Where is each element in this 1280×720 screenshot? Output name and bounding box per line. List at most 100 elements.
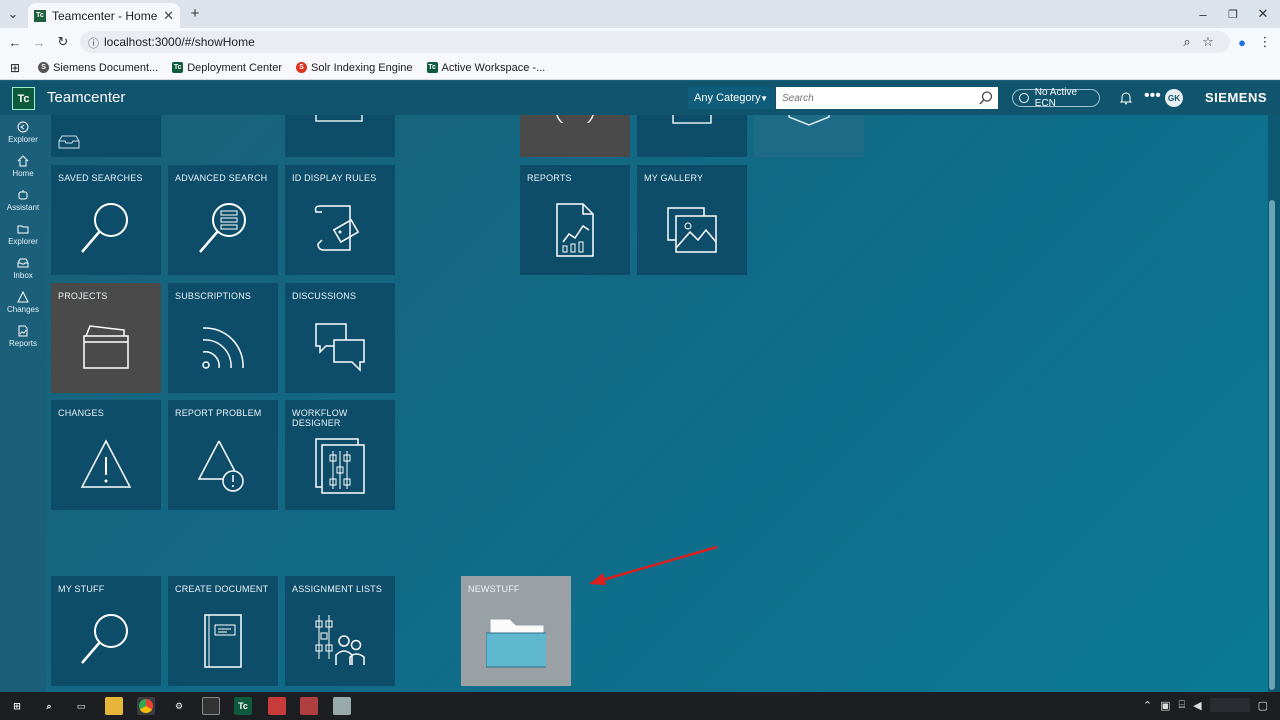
teamcenter-logo[interactable]: Tc [12, 87, 35, 110]
forward-icon[interactable]: → [32, 35, 46, 50]
os-taskbar: ⊞ ⌕ ▭ ⚙ Tc ⌃ ▣ ⌸ ◀ ▢ [0, 692, 1280, 720]
app-taskbar-icon-2[interactable] [300, 697, 318, 715]
tray-chevron-icon[interactable]: ⌃ [1143, 699, 1152, 712]
url-text: localhost:3000/#/showHome [104, 35, 255, 49]
tile-projects[interactable]: PROJECTS [51, 283, 161, 393]
tile-advanced-search[interactable]: ADVANCED SEARCH [168, 165, 278, 275]
nav-item-explorer-folder[interactable]: Explorer [0, 223, 46, 255]
tile-assignment-lists[interactable]: ASSIGNMENT LISTS [285, 576, 395, 686]
notification-icon[interactable]: ▢ [1258, 699, 1268, 712]
nav-item-assistant[interactable]: Assistant [0, 189, 46, 221]
app-title: Teamcenter [47, 89, 126, 106]
avatar[interactable]: GK [1165, 89, 1183, 107]
tile-partial-3[interactable] [520, 115, 630, 157]
nav-item-reports[interactable]: Reports [0, 325, 46, 357]
nav-item-changes[interactable]: Changes [0, 291, 46, 323]
reports-icon [18, 325, 28, 337]
address-bar: ← → ↻ ⓘ localhost:3000/#/showHome ⌕ ☆ ● … [0, 28, 1280, 56]
tile-create-document[interactable]: CREATE DOCUMENT [168, 576, 278, 686]
terminal-icon[interactable] [202, 697, 220, 715]
search-icon[interactable] [978, 90, 994, 106]
tray-app-icon[interactable]: ▣ [1160, 699, 1170, 712]
category-dropdown[interactable]: Any Category ▼ [688, 87, 774, 109]
report-problem-icon [197, 440, 244, 492]
restore-icon[interactable]: ❐ [1226, 7, 1240, 21]
search-input[interactable] [776, 87, 998, 109]
tile-partial-icon [556, 115, 594, 123]
url-field[interactable]: ⓘ localhost:3000/#/showHome [80, 31, 1230, 53]
assignment-people-icon [315, 615, 365, 665]
minimize-icon[interactable]: – [1196, 7, 1210, 22]
task-view-icon[interactable]: ▭ [72, 697, 90, 715]
apps-grid-icon[interactable]: ⊞ [10, 61, 20, 75]
tile-partial-1[interactable] [51, 115, 161, 157]
tile-partial-4[interactable] [637, 115, 747, 157]
tile-partial-5[interactable] [754, 115, 864, 157]
taskbar-search-icon[interactable]: ⌕ [40, 697, 58, 715]
tile-workflow-designer[interactable]: WORKFLOW DESIGNER [285, 400, 395, 510]
tile-label: ASSIGNMENT LISTS [292, 584, 383, 594]
bookmark-solr[interactable]: S Solr Indexing Engine [296, 62, 413, 74]
new-tab-icon[interactable]: + [188, 5, 202, 22]
folder-icon [17, 225, 29, 234]
tile-changes[interactable]: CHANGES [51, 400, 161, 510]
file-explorer-icon[interactable] [105, 697, 123, 715]
bookmark-active-workspace[interactable]: Tc Active Workspace -... [426, 62, 545, 74]
app-taskbar-icon[interactable] [268, 697, 286, 715]
bookmark-deployment-center[interactable]: Tc Deployment Center [172, 62, 282, 74]
profile-icon[interactable]: ● [1234, 34, 1250, 50]
bell-icon[interactable] [1118, 90, 1134, 106]
browser-menu-icon[interactable]: ⋮ [1258, 34, 1272, 49]
tile-id-display-rules[interactable]: ID DISPLAY RULES [285, 165, 395, 275]
tile-discussions[interactable]: DISCUSSIONS [285, 283, 395, 393]
tile-partial-icon [788, 115, 830, 126]
bookmark-siemens-docs[interactable]: S Siemens Document... [38, 62, 158, 74]
tab-favicon: Tc [34, 9, 46, 22]
tile-label: SUBSCRIPTIONS [175, 291, 252, 301]
tab-search-icon[interactable]: ⌄ [6, 6, 20, 21]
nav-item-inbox[interactable]: Inbox [0, 257, 46, 289]
chevron-down-icon: ▼ [760, 93, 768, 103]
app-taskbar-icon-3[interactable] [333, 697, 351, 715]
bookmark-star-icon[interactable]: ☆ [1201, 34, 1215, 49]
report-document-icon [556, 203, 594, 257]
tile-label: SAVED SEARCHES [58, 173, 143, 183]
teamcenter-taskbar-icon[interactable]: Tc [234, 697, 252, 715]
rss-feed-icon [202, 327, 244, 369]
chat-bubbles-icon [315, 323, 365, 372]
tile-partial-icon [672, 115, 712, 124]
tile-my-gallery[interactable]: MY GALLERY [637, 165, 747, 275]
inbox-tray-icon [58, 135, 80, 149]
tile-partial-2[interactable] [285, 115, 395, 157]
windows-start-icon[interactable]: ⊞ [8, 697, 26, 715]
nav-item-explorer[interactable]: Explorer [0, 121, 46, 153]
volume-icon[interactable]: ◀ [1193, 699, 1201, 712]
nav-item-home[interactable]: Home [0, 155, 46, 187]
tile-subscriptions[interactable]: SUBSCRIPTIONS [168, 283, 278, 393]
zoom-icon[interactable]: ⌕ [1180, 34, 1194, 49]
clock-area[interactable] [1209, 698, 1250, 712]
siemens-brand-logo: SIEMENS [1205, 90, 1268, 105]
scrollbar-thumb[interactable] [1269, 200, 1275, 690]
browser-tab[interactable]: Tc Teamcenter - Home ✕ [28, 3, 180, 28]
tile-label: CHANGES [58, 408, 104, 418]
chrome-icon[interactable] [137, 697, 155, 715]
back-icon[interactable]: ← [8, 35, 22, 50]
tile-report-problem[interactable]: REPORT PROBLEM [168, 400, 278, 510]
tile-reports[interactable]: REPORTS [520, 165, 630, 275]
folder-icon [486, 618, 546, 668]
tile-newstuff[interactable]: NEWSTUFF [461, 576, 571, 686]
tile-saved-searches[interactable]: SAVED SEARCHES [51, 165, 161, 275]
site-info-icon[interactable]: ⓘ [88, 35, 99, 51]
tile-my-stuff[interactable]: MY STUFF [51, 576, 161, 686]
advanced-search-icon [199, 203, 246, 253]
ecn-label: No Active ECN [1034, 87, 1078, 109]
network-icon[interactable]: ⌸ [1179, 699, 1186, 712]
reload-icon[interactable]: ↻ [56, 34, 70, 49]
settings-gear-icon[interactable]: ⚙ [170, 697, 188, 715]
tile-label: PROJECTS [58, 291, 108, 301]
more-options-icon[interactable]: ••• [1144, 87, 1161, 105]
close-window-icon[interactable]: ✕ [1256, 6, 1270, 21]
tab-close-icon[interactable]: ✕ [163, 8, 174, 24]
ecn-status-button[interactable]: No Active ECN [1012, 87, 1100, 109]
